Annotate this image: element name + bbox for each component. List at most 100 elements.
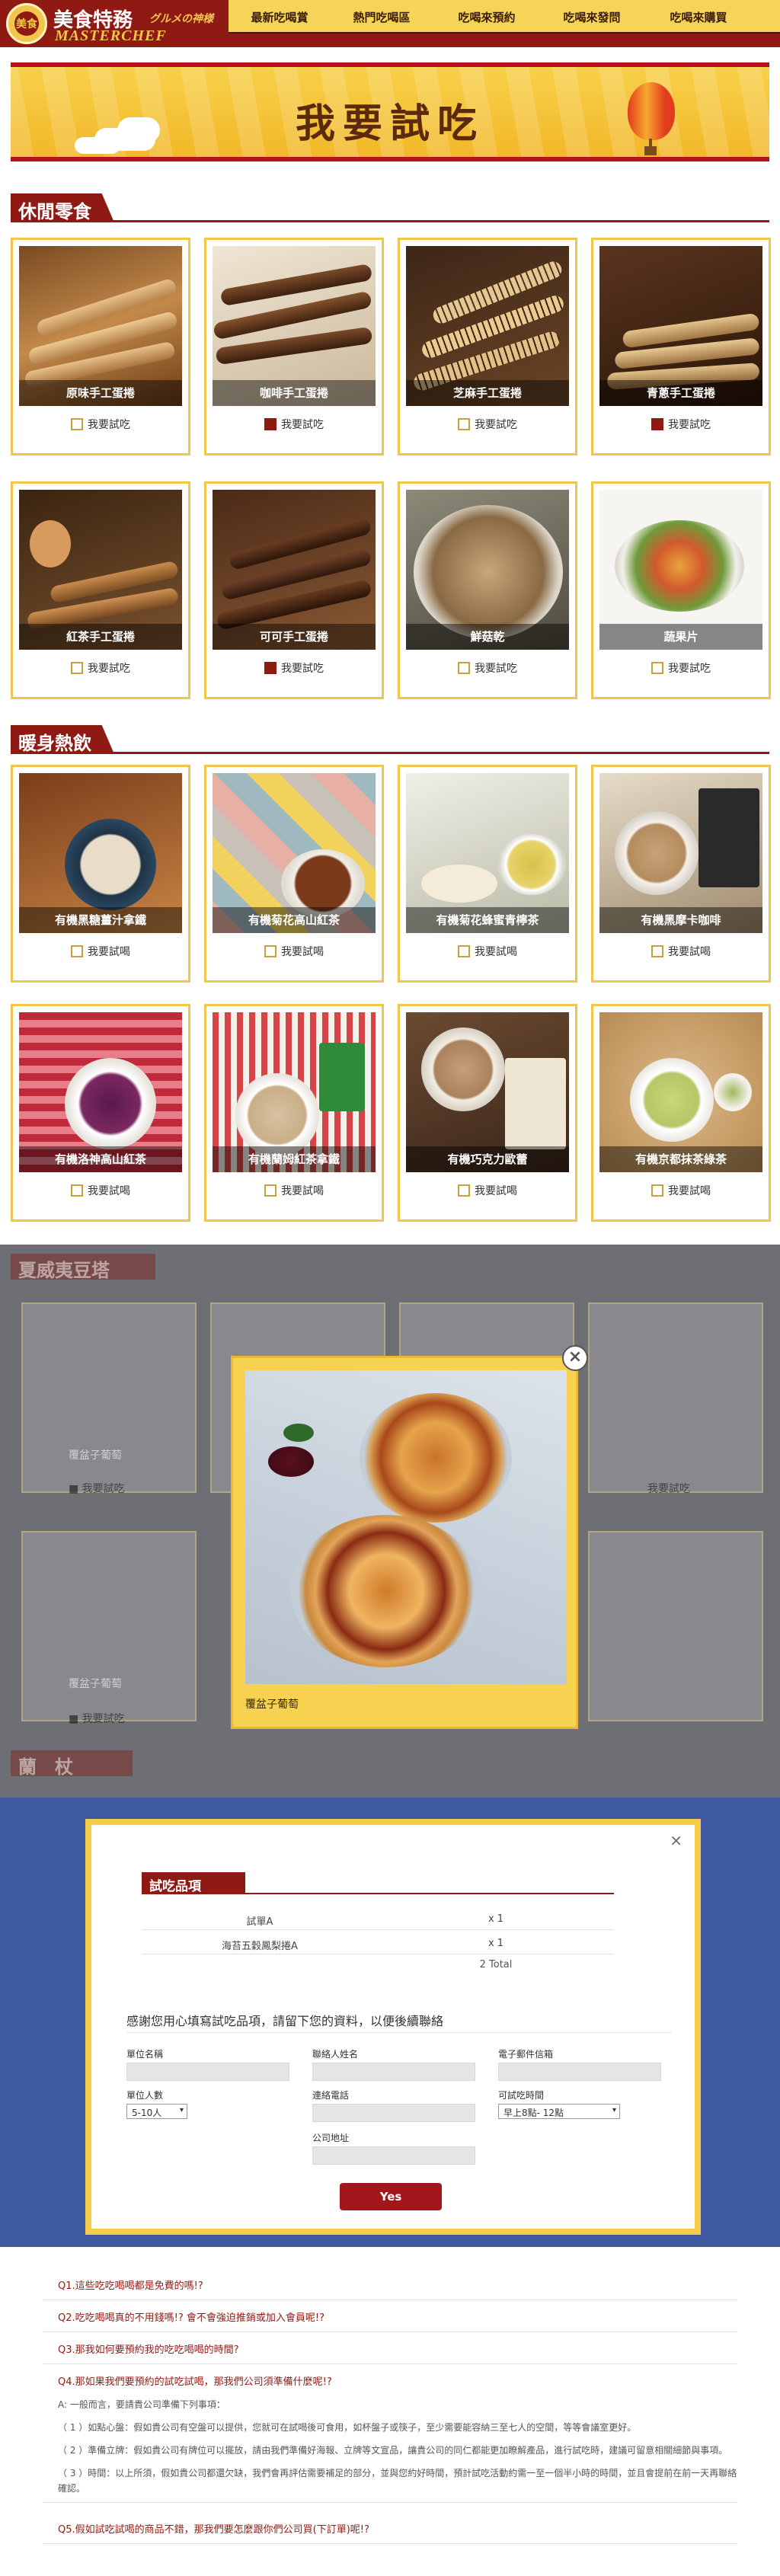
checkbox-icon[interactable] <box>264 418 277 430</box>
product-name: 鮮菇乾 <box>406 624 569 650</box>
nav-questions[interactable]: 吃喝來發問 <box>542 9 641 25</box>
checkbox-icon[interactable] <box>458 418 470 430</box>
try-checkbox[interactable]: 我要試吃 <box>206 660 382 689</box>
phone-field[interactable] <box>312 2104 475 2122</box>
modal-close-button[interactable]: × <box>670 1831 682 1849</box>
product-photo[interactable]: 蔬果片 <box>599 490 762 650</box>
try-checkbox[interactable]: 我要試吃 <box>593 417 769 446</box>
checkbox-icon[interactable] <box>71 1184 83 1197</box>
product-photo[interactable]: 可可手工蛋捲 <box>213 490 376 650</box>
email-label: 電子郵件信箱 <box>498 2049 554 2060</box>
chocolate-package <box>505 1058 566 1149</box>
try-checkbox[interactable]: 我要試喝 <box>13 944 188 973</box>
company-label: 單位名稱 <box>126 2049 164 2060</box>
faq-item[interactable]: Q5.假如試吃試喝的商品不錯，那我們要怎麼跟你們公司買(下訂單)呢!? <box>43 2514 737 2544</box>
product-card: 青蔥手工蛋捲 我要試吃 <box>591 238 771 455</box>
people-select[interactable]: 5-10人 ▾ <box>126 2104 187 2119</box>
checkbox-icon[interactable] <box>458 1184 470 1197</box>
product-photo[interactable]: 原味手工蛋捲 <box>19 246 182 406</box>
product-photo[interactable]: 鮮菇乾 <box>406 490 569 650</box>
raisins <box>268 1446 314 1477</box>
checkbox-icon[interactable] <box>71 662 83 674</box>
checkbox-icon[interactable] <box>651 662 663 674</box>
try-checkbox[interactable]: 我要試喝 <box>206 1183 382 1212</box>
try-checkbox[interactable]: 我要試喝 <box>400 1183 575 1212</box>
order-item-qty: x 1 <box>488 1938 504 1949</box>
faq-item[interactable]: Q4.那如果我們要預約的試吃試喝，那我們公司須準備什麼呢!? A: 一般而言，要… <box>43 2366 737 2503</box>
chevron-down-icon: ▾ <box>612 2106 616 2114</box>
try-checkbox[interactable]: 我要試吃 <box>593 660 769 689</box>
faq-question[interactable]: Q4.那如果我們要預約的試吃試喝，那我們公司須準備什麼呢!? <box>43 2366 737 2395</box>
faq-question[interactable]: Q2.吃吃喝喝真的不用錢嗎!? 會不會強迫推銷或加入會員呢!? <box>43 2302 737 2332</box>
product-photo[interactable]: 芝麻手工蛋捲 <box>406 246 569 406</box>
faq-question[interactable]: Q1.這些吃吃喝喝都是免費的嗎!? <box>43 2270 737 2300</box>
logo-badge-icon: 美食 <box>6 3 47 44</box>
ghost-card <box>588 1531 763 1721</box>
faq-item[interactable]: Q1.這些吃吃喝喝都是免費的嗎!? <box>43 2270 737 2300</box>
try-label: 我要試喝 <box>88 946 130 958</box>
checkbox-icon[interactable] <box>458 662 470 674</box>
try-checkbox[interactable]: 我要試吃 <box>400 660 575 689</box>
checkbox-icon[interactable] <box>264 662 277 674</box>
checkbox-icon[interactable] <box>651 1184 663 1197</box>
tart <box>360 1393 512 1523</box>
product-photo[interactable]: 有機黑糖薑汁拿鐵 <box>19 773 182 933</box>
checkbox-icon[interactable] <box>264 1184 277 1197</box>
main-nav: 最新吃喝賞 熱門吃喝區 吃喝來預約 吃喝來發問 吃喝來購買 <box>229 0 780 32</box>
faq-item[interactable]: Q3.那我如何要預約我的吃吃喝喝的時間? <box>43 2334 737 2364</box>
nav-purchase[interactable]: 吃喝來購買 <box>649 9 748 25</box>
product-photo[interactable]: 有機巧克力歐蕾 <box>406 1012 569 1172</box>
faq-question[interactable]: Q5.假如試吃試喝的商品不錯，那我們要怎麼跟你們公司買(下訂單)呢!? <box>43 2514 737 2543</box>
product-photo[interactable]: 有機菊花蜂蜜青檸茶 <box>406 773 569 933</box>
product-name: 原味手工蛋捲 <box>19 380 182 406</box>
ghost-pick: ■ 我要試吃 <box>69 1483 125 1495</box>
email-field[interactable] <box>498 2063 661 2081</box>
faq-question[interactable]: Q3.那我如何要預約我的吃吃喝喝的時間? <box>43 2334 737 2363</box>
checkbox-icon[interactable] <box>458 945 470 957</box>
balloon-basket <box>644 146 657 155</box>
nav-booking[interactable]: 吃喝來預約 <box>437 9 536 25</box>
try-checkbox[interactable]: 我要試吃 <box>400 417 575 446</box>
checkbox-icon[interactable] <box>71 945 83 957</box>
brand-logo[interactable]: 美食 美食特務 グルメの神様 MASTERCHEF <box>6 3 235 44</box>
submit-button[interactable]: Yes <box>340 2183 442 2210</box>
product-photo[interactable]: 紅茶手工蛋捲 <box>19 490 182 650</box>
company-field[interactable] <box>126 2063 289 2081</box>
product-photo[interactable]: 有機蘭姆紅茶拿鐵 <box>213 1012 376 1172</box>
product-card: 有機菊花高山紅茶 我要試喝 <box>204 765 384 983</box>
checkbox-icon[interactable] <box>71 418 83 430</box>
faq-answer: A: 一般而言，要請貴公司準備下列事項： <box>58 2399 225 2410</box>
try-checkbox[interactable]: 我要試喝 <box>400 944 575 973</box>
time-select[interactable]: 早上8點- 12點 ▾ <box>498 2104 620 2119</box>
product-name: 蔬果片 <box>599 624 762 650</box>
nav-popular[interactable]: 熱門吃喝區 <box>332 9 431 25</box>
popup-close-button[interactable]: × <box>562 1345 588 1371</box>
nav-latest[interactable]: 最新吃喝賞 <box>230 9 329 25</box>
try-label: 我要試吃 <box>668 419 711 431</box>
faq-item[interactable]: Q2.吃吃喝喝真的不用錢嗎!? 會不會強迫推銷或加入會員呢!? <box>43 2302 737 2332</box>
product-photo[interactable]: 咖啡手工蛋捲 <box>213 246 376 406</box>
try-checkbox[interactable]: 我要試喝 <box>13 1183 188 1212</box>
product-photo[interactable]: 青蔥手工蛋捲 <box>599 246 762 406</box>
try-label: 我要試吃 <box>668 663 711 675</box>
try-checkbox[interactable]: 我要試吃 <box>13 660 188 689</box>
product-photo[interactable]: 有機黑摩卡咖啡 <box>599 773 762 933</box>
order-row: 試單A x 1 <box>142 1907 614 1930</box>
checkbox-icon[interactable] <box>264 945 277 957</box>
try-checkbox[interactable]: 我要試吃 <box>206 417 382 446</box>
try-label: 我要試喝 <box>281 1185 324 1197</box>
address-label: 公司地址 <box>312 2133 350 2143</box>
address-field[interactable] <box>312 2146 475 2165</box>
try-checkbox[interactable]: 我要試喝 <box>206 944 382 973</box>
try-label: 我要試吃 <box>281 663 324 675</box>
product-photo[interactable]: 有機京都抹茶綠茶 <box>599 1012 762 1172</box>
product-photo[interactable]: 有機洛神高山紅茶 <box>19 1012 182 1172</box>
try-label: 我要試吃 <box>281 419 324 431</box>
checkbox-icon[interactable] <box>651 945 663 957</box>
contact-field[interactable] <box>312 2063 475 2081</box>
try-checkbox[interactable]: 我要試喝 <box>593 1183 769 1212</box>
checkbox-icon[interactable] <box>651 418 663 430</box>
try-checkbox[interactable]: 我要試吃 <box>13 417 188 446</box>
product-photo[interactable]: 有機菊花高山紅茶 <box>213 773 376 933</box>
try-checkbox[interactable]: 我要試喝 <box>593 944 769 973</box>
